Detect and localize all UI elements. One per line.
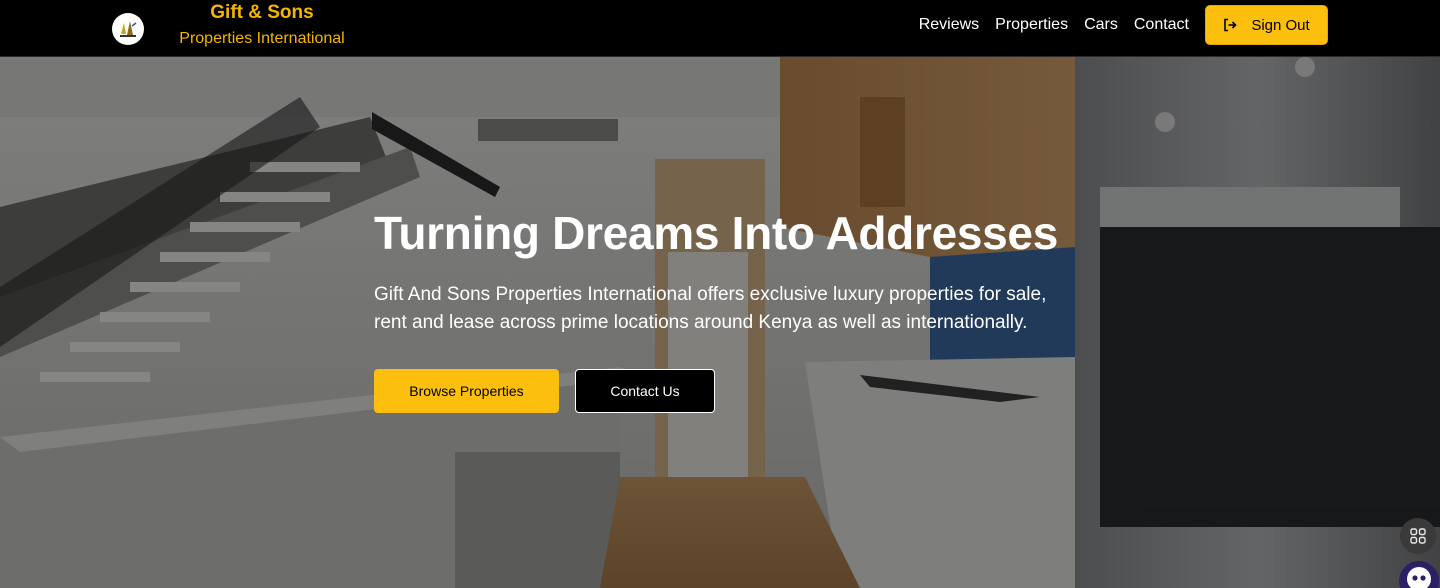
hero-title: Turning Dreams Into Addresses <box>374 207 1058 259</box>
chat-bot-icon[interactable] <box>1398 560 1440 588</box>
hero-content: Turning Dreams Into Addresses Gift And S… <box>374 207 1074 413</box>
hero-section: Turning Dreams Into Addresses Gift And S… <box>0 57 1440 588</box>
nav-link-properties[interactable]: Properties <box>995 16 1068 34</box>
sign-out-icon <box>1223 18 1237 32</box>
sign-out-label: Sign Out <box>1251 16 1310 34</box>
brand-text: Gift & Sons Properties International <box>152 2 372 50</box>
brand-name: Gift & Sons <box>210 2 314 23</box>
company-logo-icon <box>112 12 144 45</box>
navbar: Gift & Sons Properties International Rev… <box>0 0 1440 57</box>
nav-link-reviews[interactable]: Reviews <box>919 16 979 34</box>
nav-link-contact[interactable]: Contact <box>1134 16 1189 34</box>
browse-properties-button[interactable]: Browse Properties <box>374 369 559 413</box>
brand-subtitle: Properties International <box>179 30 345 47</box>
main-nav: Reviews Properties Cars Contact Sign Out <box>919 5 1328 45</box>
grid-apps-icon[interactable] <box>1400 518 1436 554</box>
hero-buttons: Browse Properties Contact Us <box>374 369 1074 413</box>
brand[interactable]: Gift & Sons Properties International <box>112 0 345 57</box>
contact-us-button[interactable]: Contact Us <box>575 369 715 413</box>
sign-out-button[interactable]: Sign Out <box>1205 5 1328 45</box>
hero-description: Gift And Sons Properties International o… <box>374 284 1047 333</box>
nav-link-cars[interactable]: Cars <box>1084 16 1118 34</box>
